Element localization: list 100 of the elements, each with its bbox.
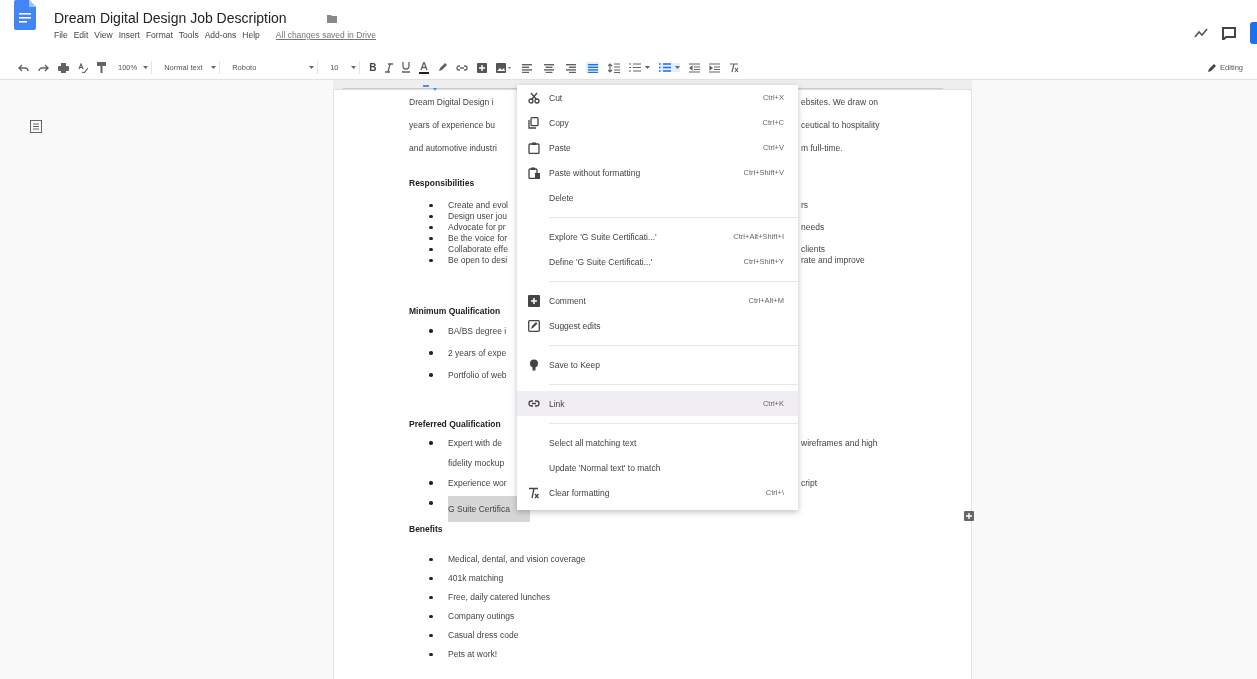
section-heading: Preferred Qualification (409, 418, 501, 431)
comment-icon (528, 294, 540, 307)
align-right-icon[interactable] (564, 62, 578, 73)
numbered-list-button[interactable] (629, 63, 651, 72)
bullet-icon (429, 595, 433, 600)
pencil-icon (1208, 63, 1218, 72)
save-status-link[interactable]: All changes saved in Drive (275, 30, 376, 40)
caret-icon (211, 65, 217, 70)
paint-format-icon[interactable] (97, 62, 106, 73)
caret-icon (351, 65, 357, 70)
caret-icon (675, 65, 681, 70)
menu-item[interactable]: Update 'Normal text' to match (517, 455, 798, 480)
decrease-indent-icon[interactable] (689, 62, 701, 73)
bullet-icon (429, 441, 433, 445)
align-left-icon[interactable] (520, 62, 534, 73)
bullet-icon (429, 258, 433, 263)
copy-icon (528, 116, 540, 129)
list-item-text: rate and improve (801, 255, 866, 266)
menu-item[interactable]: File (54, 29, 68, 41)
list-item-text: fidelity mockup (448, 457, 505, 470)
section-heading: Benefits (409, 523, 443, 536)
menu-item[interactable]: Delete (517, 185, 798, 210)
bullet-icon (429, 557, 433, 562)
redo-icon[interactable] (38, 63, 49, 72)
caret-icon (143, 65, 149, 70)
bullet-icon (429, 373, 433, 377)
link-icon (528, 397, 540, 410)
image-icon[interactable] (496, 62, 512, 73)
list-item-text: Casual dress code (448, 629, 519, 642)
list-item-text: 2 years of expe (448, 347, 507, 360)
bulb-icon (528, 358, 540, 371)
section-heading: Minimum Qualification (409, 305, 501, 318)
bullet-icon (429, 481, 433, 485)
paragraph-text: ebsites. We draw on (801, 96, 878, 109)
bullet-icon (429, 501, 433, 505)
add-comment-icon[interactable] (964, 511, 974, 521)
list-item-text: Medical, dental, and vision coverage (448, 553, 586, 566)
text-color-icon[interactable] (419, 61, 430, 74)
paragraph-text: Dream Digital Design i (409, 96, 494, 109)
list-item-text: Be open to desi (448, 255, 508, 266)
menu-item[interactable]: Save to Keep (517, 352, 798, 377)
list-item-text: Pets at work! (448, 648, 498, 661)
bullet-icon (429, 633, 433, 638)
menu-item[interactable]: Insert (118, 29, 140, 41)
menu-item[interactable]: Tools (178, 29, 199, 41)
menu-item[interactable]: Format (145, 29, 173, 41)
italic-icon[interactable] (385, 62, 394, 73)
list-item-text: Expert with de (448, 437, 502, 450)
bullet-icon (429, 576, 433, 581)
docs-logo-icon (14, 0, 36, 30)
list-item-text: clients (801, 244, 827, 255)
paragraph-text: m full-time. (801, 142, 843, 155)
underline-icon[interactable] (402, 62, 411, 73)
cut-icon (528, 91, 540, 104)
link-icon[interactable] (456, 64, 469, 71)
add-comment-icon[interactable] (477, 62, 488, 73)
line-spacing-icon[interactable] (608, 62, 621, 73)
bullet-icon (429, 214, 433, 219)
bullet-icon (429, 614, 433, 619)
list-item-text: Design user jou (448, 211, 508, 222)
increase-indent-icon[interactable] (709, 62, 721, 73)
list-item-text: Experience wor (448, 477, 507, 490)
list-item-text: Free, daily catered lunches (448, 591, 551, 604)
outline-icon[interactable] (30, 120, 42, 133)
menu-item[interactable]: Select all matching text (517, 430, 798, 455)
bullet-icon (429, 203, 433, 208)
trend-icon[interactable] (1194, 28, 1208, 38)
undo-icon[interactable] (18, 63, 29, 72)
align-center-icon[interactable] (542, 62, 556, 73)
paragraph-text: ceutical to hospitality (801, 119, 880, 132)
list-item-text: Be the voice for (448, 233, 508, 244)
paragraph-text: and automotive industri (409, 142, 497, 155)
comment-icon[interactable] (1222, 26, 1236, 40)
bullet-icon (429, 652, 433, 657)
pen-icon[interactable] (438, 63, 448, 72)
menu-item[interactable]: Suggest edits (517, 313, 798, 338)
folder-icon[interactable] (326, 13, 337, 23)
menu-item[interactable]: Edit (73, 29, 89, 41)
list-item-text: Portfolio of web (448, 369, 507, 382)
bullet-icon (429, 247, 433, 252)
list-item-text: 401k matching (448, 572, 504, 585)
document-title[interactable]: Dream Digital Design Job Description (54, 10, 287, 26)
list-item-text: Create and evol (448, 200, 508, 211)
menu-item[interactable]: Help (242, 29, 260, 41)
clear-formatting-icon[interactable] (729, 62, 740, 73)
bullet-icon (429, 225, 433, 230)
bold-button[interactable]: B (369, 62, 377, 73)
spellcheck-icon[interactable] (78, 62, 88, 73)
list-item-text: wireframes and high (801, 437, 879, 450)
bullet-icon (429, 236, 433, 241)
menu-item[interactable]: View (94, 29, 113, 41)
justify-icon[interactable] (586, 62, 600, 73)
caret-icon (645, 65, 651, 70)
list-item-text: G Suite Certifica (448, 496, 530, 522)
menu-item[interactable]: Add-ons (204, 29, 237, 41)
list-item-text: rs (801, 200, 810, 211)
list-item-text: Advocate for pr (448, 222, 506, 233)
bullet-icon (429, 351, 433, 355)
bulleted-list-button[interactable] (659, 63, 681, 72)
list-item-text: Company outings (448, 610, 515, 623)
